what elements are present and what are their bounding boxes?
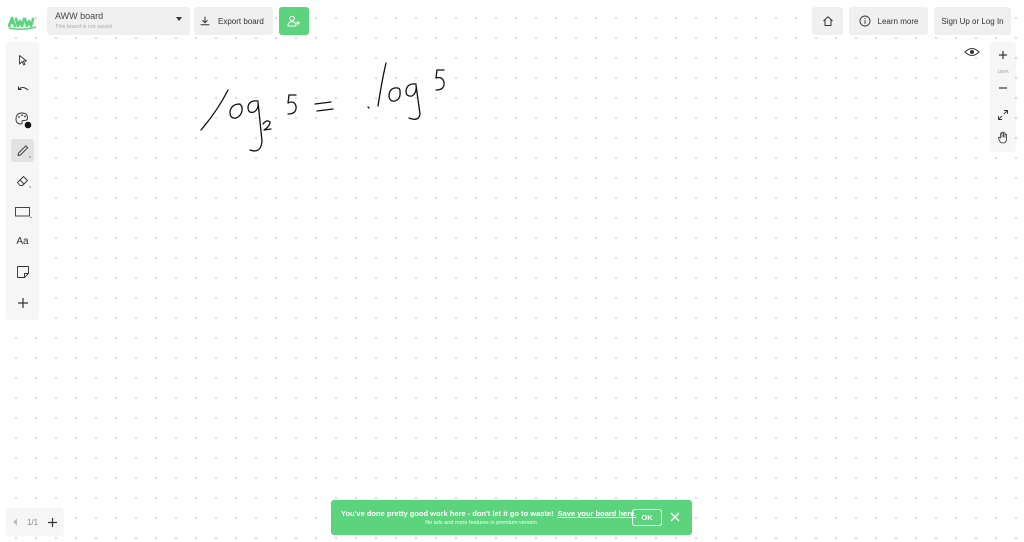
save-board-link[interactable]: Save your board here. — [558, 509, 637, 518]
rectangle-icon — [14, 206, 31, 218]
select-tool-button[interactable] — [11, 48, 34, 71]
learn-more-label: Learn more — [877, 16, 919, 26]
invite-user-button[interactable] — [279, 7, 309, 35]
sign-up-login-label: Sign Up or Log In — [941, 16, 1004, 26]
whiteboard-drawing — [200, 62, 445, 152]
banner-ok-button[interactable]: OK — [632, 509, 662, 526]
download-icon — [200, 16, 210, 26]
expand-arrows-icon — [998, 110, 1008, 120]
rectangle-tool-button[interactable] — [11, 200, 34, 223]
view-mode-toggle[interactable] — [962, 44, 982, 60]
eye-icon — [964, 48, 980, 56]
cursor-arrow-icon — [18, 54, 27, 65]
export-board-label: Export board — [218, 16, 264, 26]
page-indicator: 1/1 — [26, 517, 39, 527]
aww-logo[interactable] — [7, 13, 38, 31]
learn-more-button[interactable]: Learn more — [849, 7, 928, 35]
zoom-level: 100% — [997, 69, 1009, 74]
banner-message: You've done pretty good work here - don'… — [341, 509, 554, 518]
undo-icon — [17, 86, 28, 90]
hand-icon — [998, 131, 1007, 143]
pencil-icon — [17, 144, 30, 158]
zoom-in-button[interactable] — [993, 46, 1013, 64]
sticky-note-icon — [16, 265, 29, 278]
zoom-out-button[interactable] — [993, 79, 1013, 97]
banner-subtext: No ads and more features in premium vers… — [425, 520, 537, 526]
zoom-panel: 100% — [991, 43, 1015, 151]
add-tool-button[interactable] — [11, 291, 34, 314]
sign-up-login-button[interactable]: Sign Up or Log In — [934, 7, 1011, 35]
color-palette-button[interactable] — [11, 108, 34, 131]
prev-page-icon[interactable] — [12, 518, 18, 526]
add-page-icon[interactable] — [47, 517, 58, 528]
pen-tool-button[interactable] — [11, 139, 34, 162]
info-icon — [859, 15, 870, 27]
banner-message-line: You've done pretty good work here - don'… — [341, 509, 636, 518]
board-save-status: This board is not saved — [55, 24, 112, 30]
zoom-in-icon — [999, 51, 1007, 59]
left-toolbar: Aa — [7, 43, 38, 319]
text-tool-button[interactable]: Aa — [11, 230, 34, 253]
eraser-tool-button[interactable] — [11, 169, 34, 192]
undo-button[interactable] — [11, 78, 34, 101]
home-icon — [822, 16, 833, 26]
caret-down-icon — [176, 17, 182, 21]
board-title: AWW board — [55, 11, 104, 21]
sticky-note-tool-button[interactable] — [11, 260, 34, 283]
page-navigator: 1/1 — [7, 509, 63, 535]
aww-logo-icon — [7, 16, 37, 31]
home-button[interactable] — [812, 7, 843, 35]
pan-hand-button[interactable] — [993, 128, 1013, 146]
zoom-out-icon — [999, 87, 1007, 89]
save-board-banner: You've done pretty good work here - don'… — [331, 500, 692, 535]
text-tool-icon: Aa — [16, 236, 29, 247]
board-name-dropdown[interactable]: AWW board This board is not saved — [47, 7, 190, 35]
close-icon[interactable] — [669, 511, 681, 523]
fit-to-screen-button[interactable] — [993, 106, 1013, 124]
palette-icon — [15, 112, 31, 128]
export-board-button[interactable]: Export board — [194, 7, 273, 35]
add-user-icon — [287, 15, 300, 27]
plus-icon — [17, 297, 28, 308]
eraser-icon — [16, 175, 30, 188]
